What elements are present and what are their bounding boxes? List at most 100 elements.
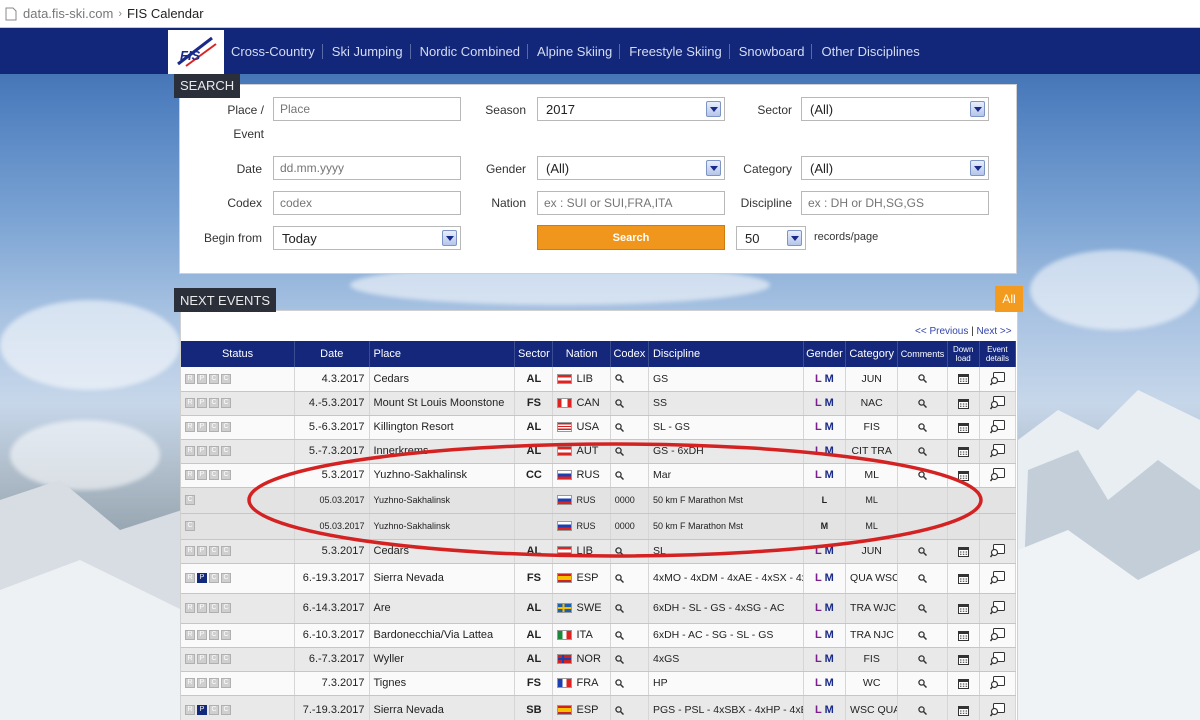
codex-input[interactable] <box>273 191 461 215</box>
status-c-icon[interactable]: C <box>221 422 231 433</box>
previous-link[interactable]: << Previous <box>915 326 968 337</box>
details-cell[interactable] <box>979 671 1017 696</box>
status-r-icon[interactable]: R <box>185 654 195 665</box>
comments-cell[interactable] <box>897 647 948 672</box>
gender-select[interactable]: (All) <box>537 156 725 180</box>
codex-cell[interactable] <box>610 671 649 696</box>
status-p-icon[interactable]: P <box>197 654 207 665</box>
calendar-download-icon[interactable] <box>957 446 969 457</box>
table-row[interactable]: R P C C 5.-7.3.2017 Innerkrems AL AUT GS - 6xDH L… <box>181 439 1017 464</box>
calendar-download-icon[interactable] <box>957 470 969 481</box>
calendar-download-icon[interactable] <box>957 678 969 689</box>
begin-from-select[interactable]: Today <box>273 226 461 250</box>
codex-cell[interactable] <box>610 593 649 624</box>
fis-logo[interactable]: FIS <box>168 30 224 74</box>
event-place[interactable]: Sierra Nevada <box>369 695 516 720</box>
nav-alpine-skiing[interactable]: Alpine Skiing <box>534 44 619 59</box>
event-place[interactable]: Bardonecchia/Via Lattea <box>369 623 516 648</box>
event-details-icon[interactable] <box>989 703 1005 717</box>
status-r-icon[interactable]: R <box>185 603 195 614</box>
search-icon[interactable] <box>918 422 927 432</box>
codex-cell[interactable] <box>610 415 649 440</box>
nav-nordic-combined[interactable]: Nordic Combined <box>417 44 527 59</box>
comments-cell[interactable] <box>897 671 948 696</box>
details-cell[interactable] <box>979 463 1017 488</box>
col-nation[interactable]: Nation <box>552 341 611 367</box>
status-p-icon[interactable]: P <box>197 546 207 557</box>
search-icon[interactable] <box>615 422 624 432</box>
status-c-icon[interactable]: C <box>209 705 219 716</box>
nav-ski-jumping[interactable]: Ski Jumping <box>329 44 410 59</box>
status-p-icon[interactable]: P <box>197 398 207 409</box>
search-icon[interactable] <box>918 446 927 456</box>
calendar-download-icon[interactable] <box>957 603 969 614</box>
col-place[interactable]: Place <box>369 341 516 367</box>
codex-cell[interactable] <box>610 695 649 720</box>
status-p-icon[interactable]: P <box>197 705 207 716</box>
comments-cell[interactable] <box>897 415 948 440</box>
event-place[interactable]: Are <box>369 593 516 624</box>
nation-input[interactable] <box>537 191 725 215</box>
details-cell[interactable] <box>979 415 1017 440</box>
search-icon[interactable] <box>615 374 624 384</box>
calendar-download-icon[interactable] <box>957 630 969 641</box>
event-place[interactable]: Innerkrems <box>369 439 516 464</box>
col-gender[interactable]: Gender <box>803 341 847 367</box>
status-p-icon[interactable]: P <box>197 678 207 689</box>
nav-snowboard[interactable]: Snowboard <box>736 44 812 59</box>
download-cell[interactable] <box>947 647 980 672</box>
codex-cell[interactable] <box>610 439 649 464</box>
table-row[interactable]: R P C C 5.3.2017 Yuzhno-Sakhalinsk CC RUS Mar L M… <box>181 463 1017 488</box>
status-r-icon[interactable]: R <box>185 546 195 557</box>
download-cell[interactable] <box>947 671 980 696</box>
search-icon[interactable] <box>918 705 927 715</box>
calendar-download-icon[interactable] <box>957 398 969 409</box>
calendar-download-icon[interactable] <box>957 654 969 665</box>
event-place[interactable]: Cedars <box>369 539 516 564</box>
table-row[interactable]: R P C C 7.-19.3.2017 Sierra Nevada SB ESP PGS - … <box>181 695 1017 720</box>
status-p-icon[interactable]: P <box>197 422 207 433</box>
col-date[interactable]: Date <box>294 341 370 367</box>
status-c-icon[interactable]: C <box>209 470 219 481</box>
status-r-icon[interactable]: R <box>185 422 195 433</box>
status-c-icon[interactable]: C <box>185 521 195 532</box>
status-c-icon[interactable]: C <box>221 546 231 557</box>
status-c-icon[interactable]: C <box>221 470 231 481</box>
search-icon[interactable] <box>615 398 624 408</box>
details-cell[interactable] <box>979 391 1017 416</box>
event-place[interactable]: Killington Resort <box>369 415 516 440</box>
search-icon[interactable] <box>615 470 624 480</box>
event-details-icon[interactable] <box>989 628 1005 642</box>
codex-cell[interactable] <box>610 539 649 564</box>
status-p-icon[interactable]: P <box>197 573 207 584</box>
download-cell[interactable] <box>947 439 980 464</box>
place-input[interactable] <box>273 97 461 121</box>
subevent-row[interactable]: C 05.03.2017 Yuzhno-Sakhalinsk RUS 0000 50 km… <box>181 487 1017 514</box>
comments-cell[interactable] <box>897 367 948 392</box>
table-row[interactable]: R P C C 4.-5.3.2017 Mount St Louis Moonstone F… <box>181 391 1017 416</box>
search-icon[interactable] <box>918 603 927 613</box>
comments-cell[interactable] <box>897 563 948 594</box>
status-r-icon[interactable]: R <box>185 705 195 716</box>
table-row[interactable]: R P C C 6.-10.3.2017 Bardonecchia/Via Lattea A… <box>181 623 1017 648</box>
status-c-icon[interactable]: C <box>209 373 219 384</box>
status-r-icon[interactable]: R <box>185 446 195 457</box>
codex-cell[interactable] <box>610 463 649 488</box>
search-icon[interactable] <box>615 705 624 715</box>
status-c-icon[interactable]: C <box>221 573 231 584</box>
details-cell[interactable] <box>979 563 1017 594</box>
all-button[interactable]: All <box>995 286 1023 312</box>
sector-select[interactable]: (All) <box>801 97 989 121</box>
comments-cell[interactable] <box>897 391 948 416</box>
comments-cell[interactable] <box>897 463 948 488</box>
search-icon[interactable] <box>615 678 624 688</box>
status-c-icon[interactable]: C <box>209 678 219 689</box>
codex-cell[interactable] <box>610 647 649 672</box>
nav-other-disciplines[interactable]: Other Disciplines <box>818 44 926 59</box>
search-icon[interactable] <box>918 546 927 556</box>
discipline-input[interactable] <box>801 191 989 215</box>
status-r-icon[interactable]: R <box>185 470 195 481</box>
status-c-icon[interactable]: C <box>221 446 231 457</box>
event-details-icon[interactable] <box>989 371 1005 386</box>
search-button[interactable]: Search <box>537 225 725 250</box>
